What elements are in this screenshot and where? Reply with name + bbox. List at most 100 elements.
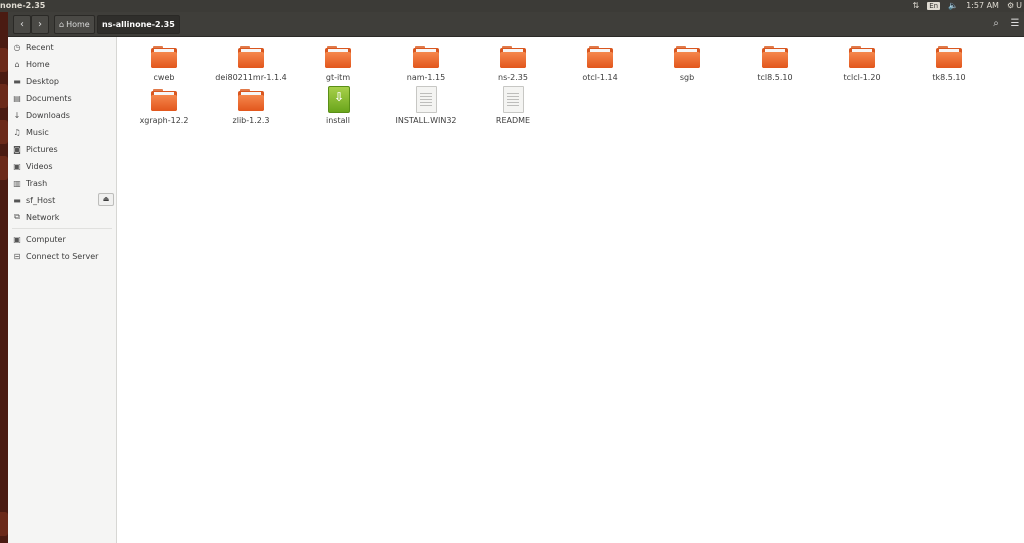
file-item-folder[interactable]: tcl8.5.10: [733, 46, 817, 82]
home-icon: ⌂: [59, 20, 65, 29]
file-name: README: [495, 116, 531, 125]
forward-button[interactable]: ›: [31, 15, 49, 34]
launcher-item[interactable]: [0, 84, 8, 108]
folder-icon: [325, 46, 351, 68]
header-bar: ‹ › ⌂ Home ns-allinone-2.35 ⌕ ☰: [8, 12, 1024, 37]
clock-icon: ◷: [13, 42, 21, 52]
documents-icon: ▤: [13, 93, 21, 103]
search-button[interactable]: ⌕: [988, 15, 1004, 32]
computer-icon: ▣: [13, 234, 21, 244]
breadcrumb-current[interactable]: ns-allinone-2.35: [97, 15, 180, 34]
sidebar-item-home[interactable]: ⌂ Home: [12, 56, 112, 72]
file-name: tcl8.5.10: [757, 73, 793, 82]
sidebar-item-label: Downloads: [26, 110, 70, 120]
user-initial: U: [1016, 1, 1022, 10]
folder-icon: [151, 46, 177, 68]
executable-icon: ⇩: [325, 86, 351, 113]
sidebar-item-computer[interactable]: ▣ Computer: [12, 231, 112, 247]
keyboard-indicator[interactable]: En: [927, 0, 941, 12]
sidebar-item-sf-host[interactable]: ▬ sf_Host ⏏: [12, 192, 114, 208]
file-item-folder[interactable]: tk8.5.10: [907, 46, 991, 82]
sidebar-item-label: Music: [26, 127, 49, 137]
text-file-icon: [413, 86, 439, 113]
sidebar-item-label: Recent: [26, 42, 54, 52]
eject-button[interactable]: ⏏: [98, 193, 114, 206]
sidebar-item-label: Documents: [26, 93, 72, 103]
folder-icon: [500, 46, 526, 68]
sidebar-item-label: Trash: [26, 178, 48, 188]
file-item-folder[interactable]: sgb: [645, 46, 729, 82]
network-icon: ⧉: [14, 212, 20, 221]
download-icon: ↓: [13, 110, 21, 120]
sidebar-item-recent[interactable]: ◷ Recent: [12, 39, 112, 55]
window-title: none-2.35: [0, 1, 46, 10]
file-item-folder[interactable]: gt-itm: [296, 46, 380, 82]
folder-icon: [587, 46, 613, 68]
film-icon: ▣: [13, 161, 21, 171]
top-panel: none-2.35 ⇅ En 🔈 1:57 AM ⚙ U: [0, 0, 1024, 12]
file-name: sgb: [679, 73, 695, 82]
file-item-folder[interactable]: tclcl-1.20: [820, 46, 904, 82]
list-view-icon: ☰: [1010, 18, 1020, 29]
file-name: tclcl-1.20: [843, 73, 881, 82]
settings-gear-icon[interactable]: ⚙ U: [1007, 0, 1022, 12]
clock[interactable]: 1:57 AM: [966, 0, 999, 12]
file-item-folder[interactable]: ns-2.35: [471, 46, 555, 82]
breadcrumb-home[interactable]: ⌂ Home: [54, 15, 95, 34]
file-item-text[interactable]: INSTALL.WIN32: [384, 86, 468, 125]
launcher-item[interactable]: [0, 156, 8, 180]
file-item-folder[interactable]: xgraph-12.2: [122, 89, 206, 125]
folder-icon: [936, 46, 962, 68]
trash-icon: ▥: [13, 178, 21, 188]
sidebar-item-label: Connect to Server: [26, 251, 99, 261]
file-item-folder[interactable]: otcl-1.14: [558, 46, 642, 82]
file-item-executable[interactable]: ⇩ install: [296, 86, 380, 125]
breadcrumb-label: ns-allinone-2.35: [102, 20, 175, 29]
camera-icon: ◙: [13, 144, 21, 154]
file-item-folder[interactable]: cweb: [122, 46, 206, 82]
sidebar-item-downloads[interactable]: ↓ Downloads: [12, 107, 112, 123]
sidebar-item-trash[interactable]: ▥ Trash: [12, 175, 112, 191]
sidebar-item-label: Videos: [26, 161, 53, 171]
server-icon: ⊟: [13, 251, 21, 261]
sidebar-item-desktop[interactable]: ▬ Desktop: [12, 73, 112, 89]
search-icon: ⌕: [993, 18, 999, 29]
network-arrows-icon[interactable]: ⇅: [913, 0, 920, 12]
back-button[interactable]: ‹: [13, 15, 31, 34]
home-icon: ⌂: [14, 59, 20, 69]
file-name: dei80211mr-1.1.4: [215, 73, 287, 82]
view-options-button[interactable]: ☰: [1007, 15, 1023, 32]
launcher-item[interactable]: [0, 512, 8, 536]
volume-icon[interactable]: 🔈: [948, 0, 958, 12]
file-name: gt-itm: [325, 73, 351, 82]
file-name: cweb: [153, 73, 175, 82]
sidebar-divider: [12, 228, 112, 229]
sidebar-item-videos[interactable]: ▣ Videos: [12, 158, 112, 174]
file-name: zlib-1.2.3: [232, 116, 270, 125]
chevron-right-icon: ›: [38, 19, 42, 30]
file-item-folder[interactable]: nam-1.15: [384, 46, 468, 82]
sidebar-item-label: sf_Host: [26, 195, 56, 205]
sidebar-item-pictures[interactable]: ◙ Pictures: [12, 141, 112, 157]
indicator-area: ⇅ En 🔈 1:57 AM ⚙ U: [913, 0, 1024, 12]
keyboard-layout: En: [927, 2, 941, 10]
file-item-folder[interactable]: zlib-1.2.3: [209, 89, 293, 125]
sidebar-item-connect-to-server[interactable]: ⊟ Connect to Server: [12, 248, 112, 264]
sidebar-item-music[interactable]: ♫ Music: [12, 124, 112, 140]
file-item-folder[interactable]: dei80211mr-1.1.4: [209, 46, 293, 82]
launcher-item[interactable]: [0, 48, 8, 72]
folder-icon: [238, 89, 264, 111]
folder-icon: [674, 46, 700, 68]
folder-icon: [151, 89, 177, 111]
eject-icon: ⏏: [102, 195, 110, 203]
launcher: [0, 12, 8, 543]
file-item-text[interactable]: README: [471, 86, 555, 125]
sidebar: ◷ Recent ⌂ Home ▬ Desktop ▤ Documents ↓ Downl…: [8, 37, 117, 543]
download-arrow-icon: ⇩: [333, 90, 345, 104]
sidebar-item-documents[interactable]: ▤ Documents: [12, 90, 112, 106]
folder-icon: [413, 46, 439, 68]
launcher-item[interactable]: [0, 120, 8, 144]
sidebar-item-network[interactable]: ⧉ Network: [12, 209, 112, 225]
file-name: tk8.5.10: [932, 73, 966, 82]
file-name: ns-2.35: [498, 73, 528, 82]
